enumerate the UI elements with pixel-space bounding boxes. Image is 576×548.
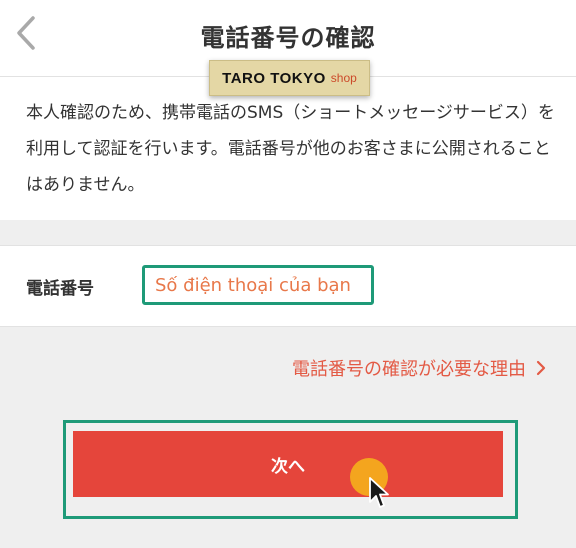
phone-row: 電話番号 <box>0 245 576 327</box>
phone-input[interactable] <box>153 273 371 297</box>
chevron-right-icon <box>536 360 546 376</box>
watermark-logo: TARO TOKYO shop <box>209 60 370 96</box>
page-title: 電話番号の確認 <box>200 24 376 52</box>
intro-text: 本人確認のため、携帯電話のSMS（ショートメッセージサービス）を利用して認証を行… <box>26 103 555 195</box>
phone-input-highlight <box>142 265 374 305</box>
phone-label: 電話番号 <box>26 279 94 299</box>
intro-section: 本人確認のため、携帯電話のSMS（ショートメッセージサービス）を利用して認証を行… <box>0 77 576 220</box>
reason-link-label: 電話番号の確認が必要な理由 <box>292 359 526 380</box>
reason-link[interactable]: 電話番号の確認が必要な理由 <box>292 355 546 381</box>
cursor-arrow-icon <box>369 477 389 508</box>
watermark-main-text: TARO TOKYO <box>222 69 326 87</box>
next-button[interactable]: 次へ <box>73 431 503 497</box>
watermark-sub-text: shop <box>330 71 357 85</box>
